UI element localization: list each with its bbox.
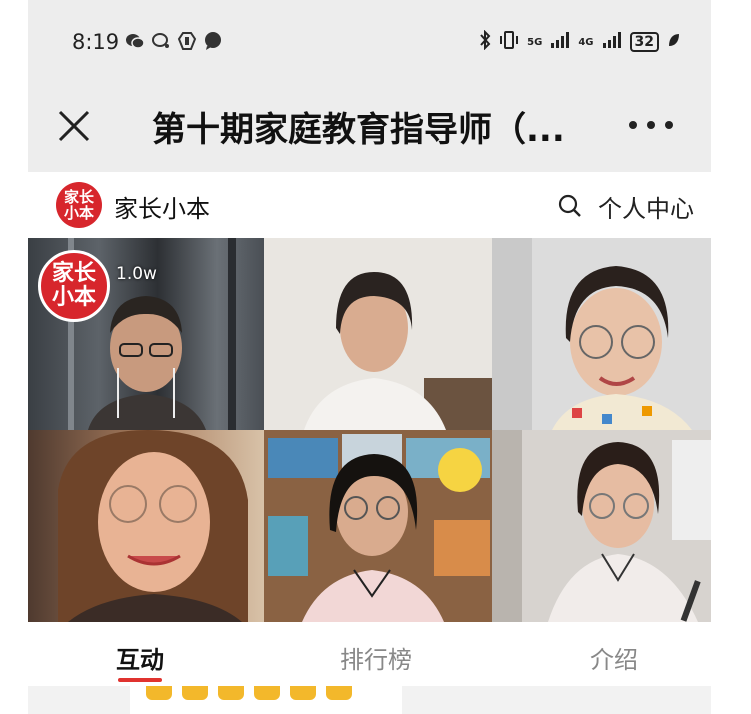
close-button[interactable] bbox=[54, 106, 94, 146]
network-5g-label: 5G bbox=[527, 36, 543, 48]
notification-icons bbox=[124, 30, 224, 52]
badge-logo-text: 家长小本 bbox=[51, 261, 96, 310]
title-bar: 第十期家庭教育指导师（... bbox=[28, 84, 711, 172]
participant-video bbox=[492, 238, 692, 430]
coin-icon bbox=[146, 686, 172, 700]
battery-indicator: 32 bbox=[629, 32, 659, 52]
video-tile-4[interactable] bbox=[28, 430, 264, 622]
participant-video bbox=[304, 272, 492, 430]
brand-logo-text: 家长小本 bbox=[63, 188, 94, 222]
content-area bbox=[28, 686, 711, 714]
tab-bar: 互动 排行榜 介绍 bbox=[28, 622, 711, 686]
more-dot-icon bbox=[665, 121, 673, 129]
participant-video bbox=[492, 430, 711, 622]
signal-icon-2 bbox=[602, 32, 622, 52]
network-4g-label: 4G bbox=[578, 36, 594, 48]
more-dot-icon bbox=[629, 121, 637, 129]
status-bar: 8:19 5G 4G 32 bbox=[28, 0, 711, 84]
participant-video bbox=[264, 430, 492, 622]
leaf-icon bbox=[667, 32, 681, 52]
wechat-icon bbox=[124, 30, 146, 52]
video-tile-1[interactable]: 家长小本 1.0w bbox=[28, 238, 264, 430]
close-icon bbox=[58, 110, 90, 142]
gift-card[interactable] bbox=[130, 686, 402, 714]
search-icon bbox=[558, 194, 581, 217]
live-badge: 家长小本 bbox=[30, 240, 110, 322]
active-tab-indicator bbox=[118, 678, 162, 682]
user-center-link[interactable]: 个人中心 bbox=[598, 189, 694, 224]
search-button[interactable] bbox=[558, 194, 582, 218]
more-dot-icon bbox=[647, 121, 655, 129]
phone-screen: 8:19 5G 4G 32 第十期家庭教育指导师（... 家长小本 家长小本 个… bbox=[28, 0, 711, 714]
coin-icon bbox=[254, 686, 280, 700]
coin-icon bbox=[218, 686, 244, 700]
page-title: 第十期家庭教育指导师（... bbox=[152, 110, 565, 150]
badge-logo: 家长小本 bbox=[38, 250, 110, 322]
status-time: 8:19 bbox=[72, 30, 120, 54]
coin-icon bbox=[182, 686, 208, 700]
message-icon bbox=[202, 30, 224, 52]
coin-icon bbox=[290, 686, 316, 700]
participant-video bbox=[58, 430, 248, 622]
hand-icon bbox=[176, 30, 198, 52]
signal-icon-1 bbox=[550, 32, 570, 52]
coin-icon bbox=[326, 686, 352, 700]
bluetooth-icon bbox=[479, 29, 491, 54]
more-options-button[interactable] bbox=[629, 110, 673, 140]
chat-bubble-icon bbox=[150, 30, 172, 52]
video-tile-2[interactable] bbox=[264, 238, 492, 430]
tab-introduction[interactable]: 介绍 bbox=[590, 640, 638, 675]
brand-name[interactable]: 家长小本 bbox=[114, 189, 210, 224]
video-tile-3[interactable] bbox=[492, 238, 711, 430]
brand-logo[interactable]: 家长小本 bbox=[56, 182, 102, 228]
view-count: 1.0w bbox=[116, 264, 157, 284]
tab-ranking[interactable]: 排行榜 bbox=[340, 640, 412, 675]
vibrate-icon bbox=[499, 30, 519, 54]
channel-header: 家长小本 家长小本 个人中心 bbox=[28, 172, 711, 238]
system-status-icons: 5G 4G 32 bbox=[479, 29, 681, 54]
video-tile-5[interactable] bbox=[264, 430, 492, 622]
video-tile-6[interactable] bbox=[492, 430, 711, 622]
tab-interaction[interactable]: 互动 bbox=[116, 640, 164, 675]
live-video-grid[interactable]: 家长小本 1.0w bbox=[28, 238, 711, 622]
